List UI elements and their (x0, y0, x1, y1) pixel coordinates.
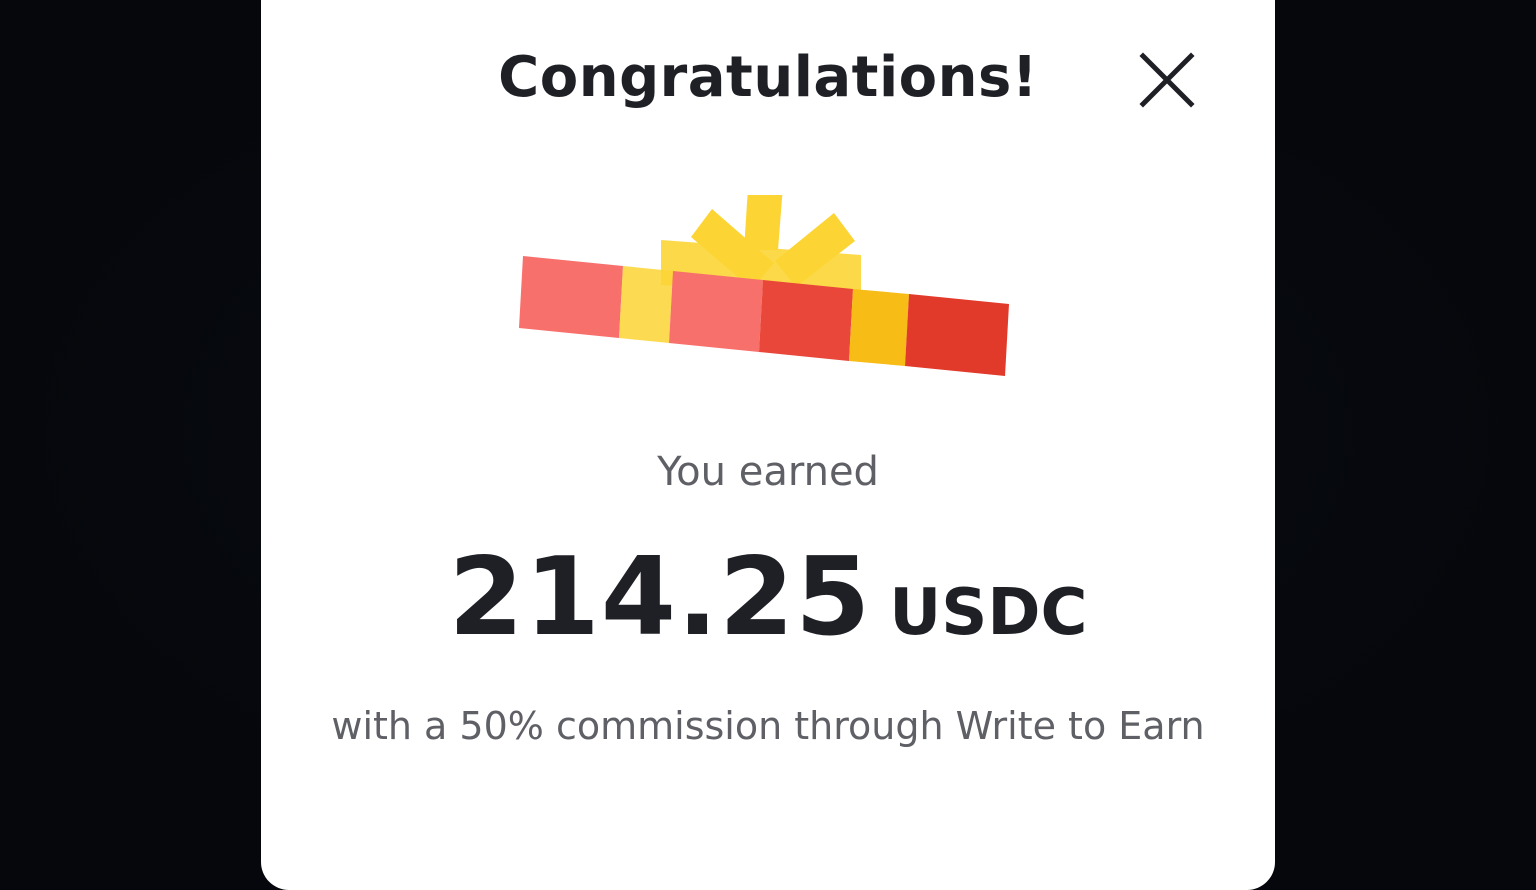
earned-amount-row: 214.25 USDC (261, 535, 1275, 660)
earned-label: You earned (657, 449, 879, 495)
earned-amount: 214.25 (448, 535, 872, 660)
congratulations-dialog: Congratulations! You earned 214.25 USDC w… (261, 0, 1275, 890)
commission-text: with a 50% commission through Write to E… (331, 704, 1205, 748)
currency-label: USDC (889, 576, 1088, 650)
close-button[interactable] (1131, 44, 1203, 116)
dialog-title: Congratulations! (498, 45, 1038, 110)
gift-icon (516, 172, 1016, 415)
close-icon (1139, 52, 1195, 108)
